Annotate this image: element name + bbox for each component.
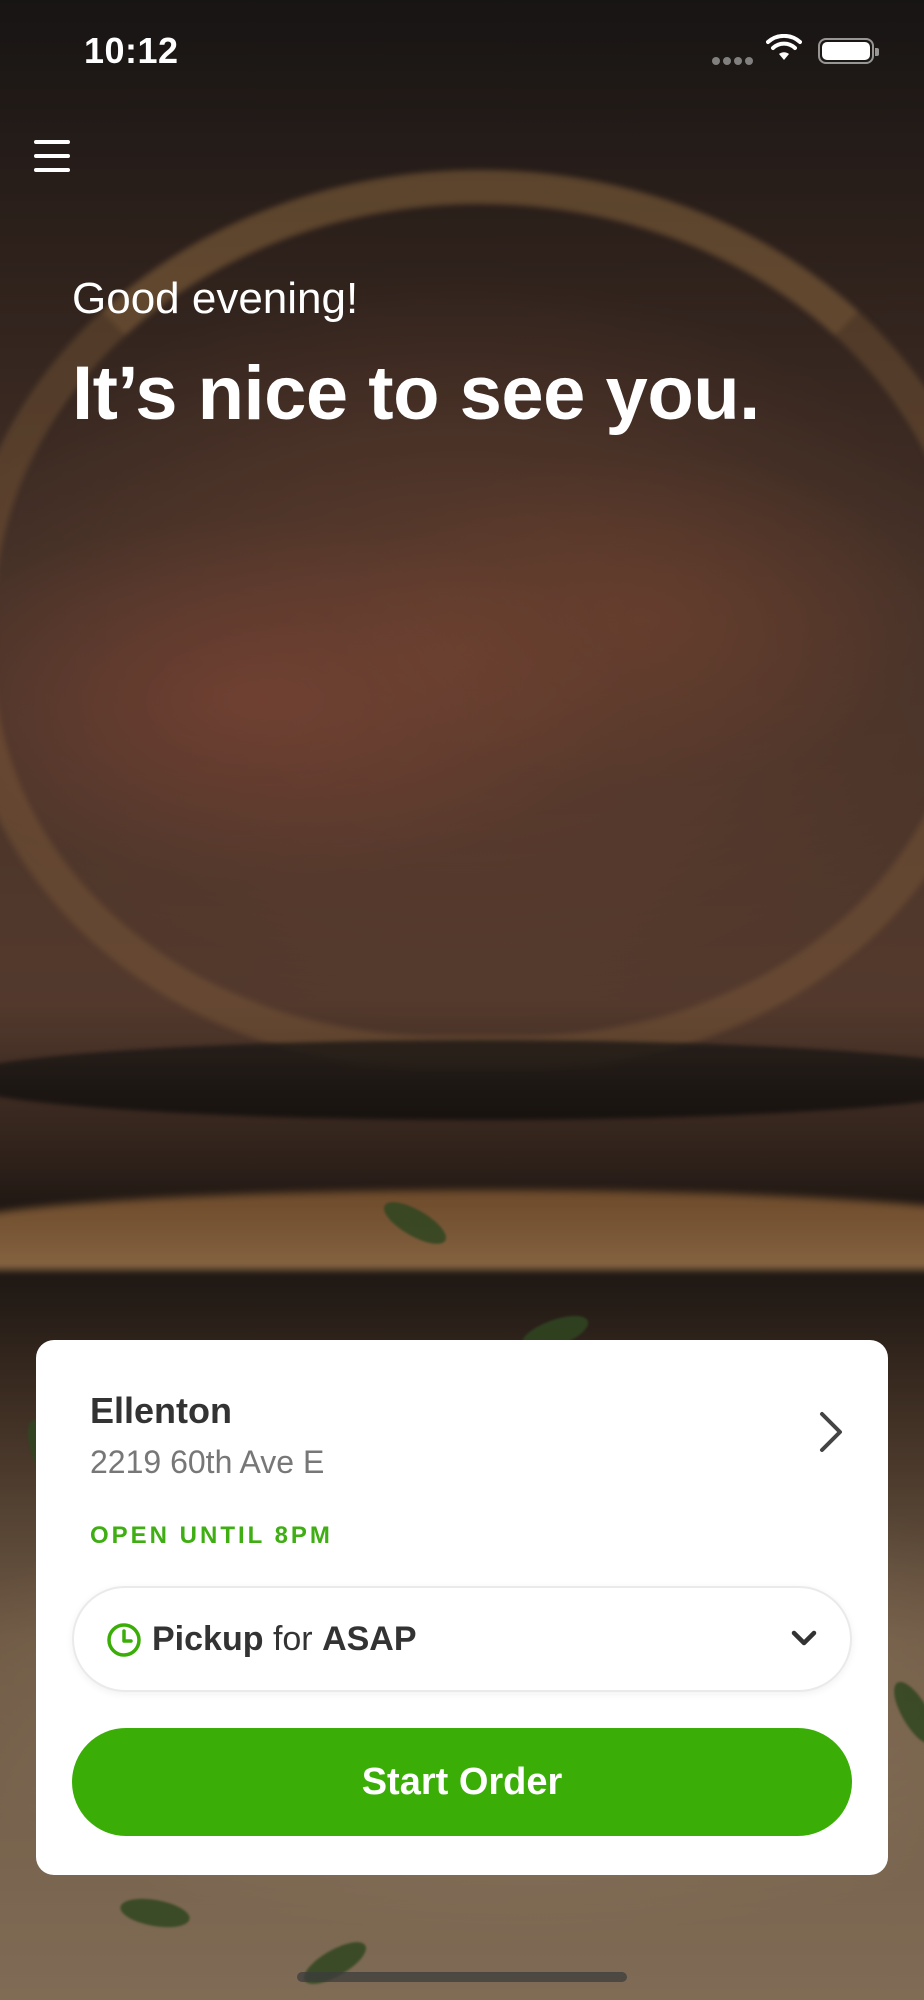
signal-icon	[712, 52, 756, 65]
pickup-text: Pickup for ASAP	[152, 1620, 417, 1659]
open-status-label: OPEN UNTIL 8PM	[90, 1522, 333, 1549]
start-order-button[interactable]: Start Order	[72, 1728, 852, 1836]
home-indicator	[297, 1972, 627, 1982]
chevron-down-icon	[791, 1630, 817, 1646]
battery-icon	[818, 38, 879, 64]
location-name: Ellenton	[90, 1390, 232, 1431]
order-card: Ellenton 2219 60th Ave E OPEN UNTIL 8PM …	[36, 1340, 888, 1875]
headline-text: It’s nice to see you.	[72, 351, 760, 436]
status-bar: 10:12	[0, 0, 924, 100]
wifi-icon	[766, 34, 802, 60]
pickup-connector: for	[272, 1620, 313, 1658]
status-time: 10:12	[84, 30, 179, 71]
greeting-text: Good evening!	[72, 274, 359, 323]
menu-icon[interactable]	[34, 140, 74, 178]
pickup-time-selector[interactable]: Pickup for ASAP	[72, 1586, 852, 1692]
location-address: 2219 60th Ave E	[90, 1444, 325, 1480]
chevron-right-icon	[820, 1412, 842, 1452]
pickup-time: ASAP	[322, 1620, 417, 1658]
pickup-mode: Pickup	[152, 1620, 264, 1658]
clock-icon	[107, 1623, 141, 1657]
location-selector[interactable]: Ellenton 2219 60th Ave E	[90, 1390, 850, 1490]
